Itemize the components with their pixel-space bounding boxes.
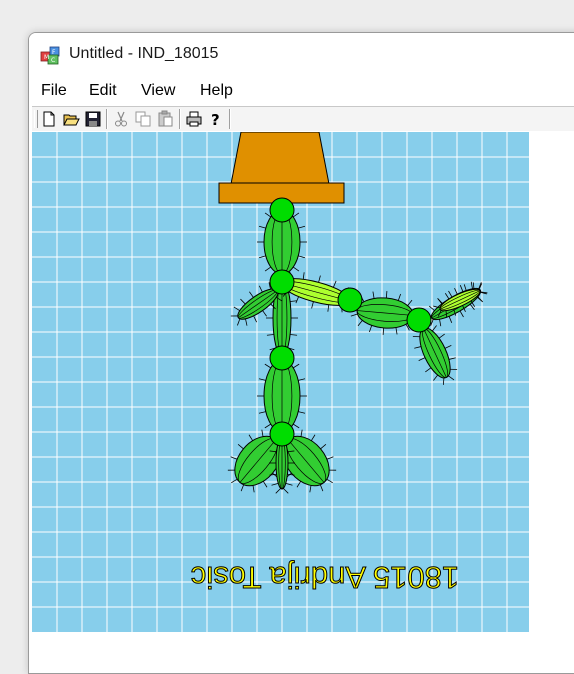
cactus-joint [337, 287, 363, 313]
svg-text:C: C [51, 57, 55, 64]
new-icon[interactable] [40, 110, 58, 128]
toolbar-separator [106, 109, 108, 129]
toolbar-separator [179, 109, 181, 129]
svg-text:M: M [44, 54, 49, 61]
cactus-drawing: 18015 Andrija Tosic [32, 131, 529, 632]
save-icon[interactable] [84, 110, 102, 128]
menu-view[interactable]: View [141, 82, 175, 100]
window-title: Untitled - IND_18015 [69, 45, 219, 62]
pot-body [230, 131, 330, 185]
cactus-joint [269, 269, 295, 295]
svg-text:?: ? [211, 111, 220, 128]
cactus-joint [269, 197, 295, 223]
toolbar-grip[interactable] [34, 110, 38, 128]
toolbar-separator [229, 109, 231, 129]
drawing-canvas[interactable]: 18015 Andrija Tosic [32, 131, 529, 632]
app-icon: M F C [40, 46, 60, 65]
copy-icon[interactable] [134, 110, 152, 128]
svg-text:F: F [52, 49, 56, 56]
open-icon[interactable] [62, 110, 80, 128]
print-icon[interactable] [185, 110, 203, 128]
title-bar: M F C Untitled - IND_18015 [29, 33, 574, 75]
menu-help[interactable]: Help [200, 82, 233, 100]
cactus-joint [406, 307, 432, 333]
cut-icon[interactable] [112, 110, 130, 128]
app-window: M F C Untitled - IND_18015 File Edit Vie… [28, 32, 574, 674]
help-icon[interactable]: ? [207, 110, 225, 128]
cactus-joint [269, 345, 295, 371]
toolbar: ? [32, 106, 574, 131]
caption-text: 18015 Andrija Tosic [191, 560, 459, 595]
menu-bar: File Edit View Help [29, 77, 574, 105]
paste-icon[interactable] [156, 110, 174, 128]
cactus-joint [269, 421, 295, 447]
menu-edit[interactable]: Edit [89, 82, 117, 100]
menu-file[interactable]: File [41, 82, 67, 100]
